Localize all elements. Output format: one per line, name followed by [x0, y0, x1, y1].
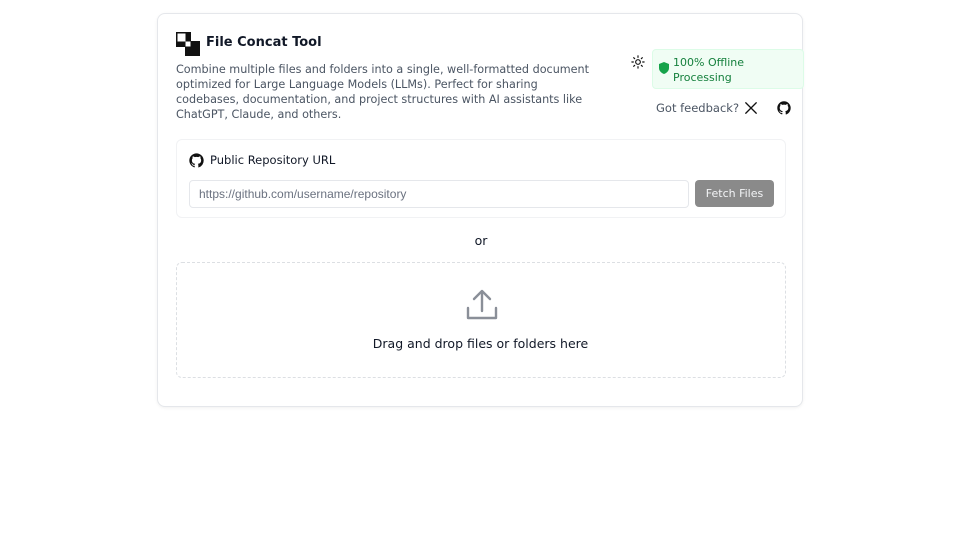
dropzone-label: Drag and drop files or folders here	[372, 336, 589, 351]
x-logo-icon[interactable]	[744, 101, 758, 115]
sun-icon[interactable]	[631, 55, 645, 69]
file-dropzone[interactable]: Drag and drop files or folders here	[176, 262, 786, 378]
offline-badge-label: 100% Offline Processing	[673, 56, 745, 84]
repository-section: Public Repository URL Fetch Files	[176, 139, 786, 218]
or-separator: or	[474, 233, 488, 248]
github-icon	[189, 153, 204, 168]
upload-icon	[466, 289, 498, 320]
repository-url-label: Public Repository URL	[210, 153, 336, 167]
feedback-label: Got feedback?	[656, 101, 740, 115]
offline-badge: 100% Offline Processing	[652, 49, 804, 89]
repository-url-input[interactable]	[189, 180, 689, 208]
github-icon[interactable]	[777, 101, 791, 115]
app-title: File Concat Tool	[206, 35, 322, 50]
main-card: File Concat Tool Combine multiple files …	[157, 13, 804, 407]
shield-icon	[659, 62, 669, 74]
app-description: Combine multiple files and folders into …	[176, 63, 590, 121]
fetch-files-button[interactable]: Fetch Files	[695, 180, 774, 207]
overlapping-squares-logo-icon	[176, 32, 200, 56]
